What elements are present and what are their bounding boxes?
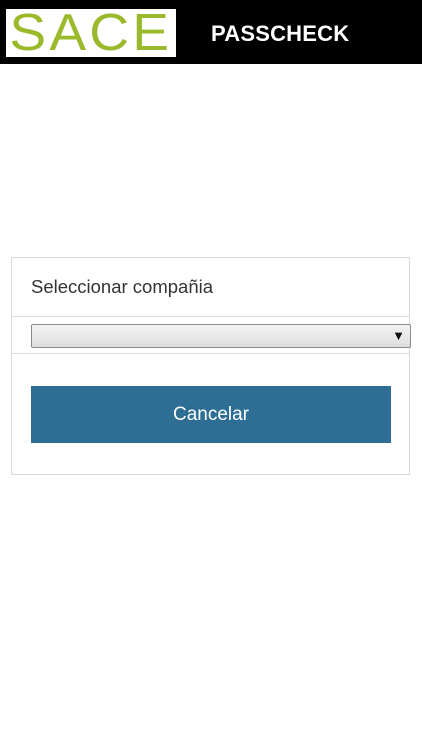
app-title: PASSCHECK (211, 21, 350, 46)
panel-heading-label: Seleccionar compañia (31, 276, 214, 297)
company-select-panel: Seleccionar compañia ▼ Cancelar (11, 257, 411, 475)
app-header: SACE PASSCHECK (0, 0, 422, 64)
cancel-button[interactable]: Cancelar (31, 386, 391, 443)
logo-text: SACE (9, 4, 173, 62)
panel-heading: Seleccionar compañia (12, 258, 409, 317)
select-row: ▼ (12, 317, 411, 354)
sace-logo: SACE (6, 4, 176, 62)
dropdown-arrow-icon: ▼ (392, 328, 405, 343)
company-select[interactable]: ▼ (31, 324, 411, 348)
